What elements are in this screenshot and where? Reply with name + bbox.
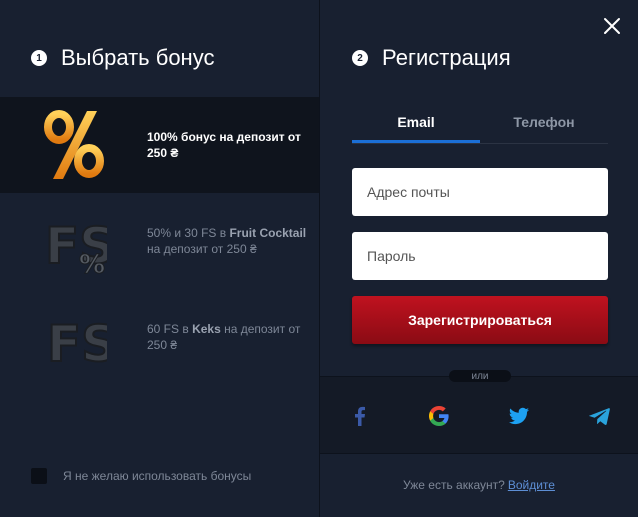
email-field[interactable] (352, 168, 608, 216)
bonus-option-fruit-cocktail[interactable]: FS % 50% и 30 FS в Fruit Cocktail на деп… (0, 193, 319, 289)
close-icon (604, 18, 620, 34)
facebook-login-button[interactable] (348, 404, 372, 428)
bonus-text-pre: 60 FS в (147, 322, 193, 336)
telegram-icon (589, 408, 610, 425)
percent-bonus-icon (40, 105, 110, 185)
no-bonus-checkbox[interactable] (31, 468, 47, 484)
bonus-option-keks[interactable]: FS 60 FS в Keks на депозит от 250 ₴ (0, 289, 319, 385)
bonus-step-title: Выбрать бонус (61, 45, 215, 70)
bonus-option-deposit-100[interactable]: 100% бонус на депозит от 250 ₴ (0, 97, 319, 193)
bonus-text-pre: 50% и 30 FS в (147, 226, 230, 240)
bonus-game-name: Keks (192, 322, 221, 336)
twitter-icon (509, 407, 529, 425)
facebook-icon (355, 406, 365, 426)
tab-email[interactable]: Email (352, 100, 480, 143)
bonus-step-header: 1 Выбрать бонус (31, 45, 214, 71)
svg-text:%: % (79, 250, 105, 275)
bonus-option-text: 50% и 30 FS в Fruit Cocktail на депозит … (147, 225, 307, 257)
active-tab-indicator (352, 140, 480, 143)
google-icon (429, 406, 449, 426)
registration-step-header: 2 Регистрация (352, 45, 511, 71)
no-bonus-option[interactable]: Я не желаю использовать бонусы (31, 468, 251, 484)
registration-step-number: 2 (352, 50, 368, 66)
svg-text:FS: FS (47, 315, 107, 371)
registration-step-title: Регистрация (382, 45, 511, 70)
fs-bonus-icon: FS (40, 297, 110, 377)
twitter-login-button[interactable] (507, 404, 531, 428)
bonus-text-post: на депозит от 250 ₴ (147, 242, 257, 256)
bonus-step-number: 1 (31, 50, 47, 66)
password-field[interactable] (352, 232, 608, 280)
or-separator: или (449, 370, 511, 382)
register-button[interactable]: Зарегистрироваться (352, 296, 608, 344)
no-bonus-label: Я не желаю использовать бонусы (63, 469, 252, 483)
close-button[interactable] (600, 14, 624, 38)
login-link[interactable]: Войдите (508, 478, 555, 492)
login-prompt-line: Уже есть аккаунт? Войдите (320, 478, 638, 492)
bonus-option-text: 60 FS в Keks на депозит от 250 ₴ (147, 321, 307, 353)
registration-tabs: Email Телефон (352, 100, 608, 144)
login-prompt-text: Уже есть аккаунт? (403, 478, 505, 492)
fs-percent-bonus-icon: FS % (40, 201, 110, 281)
tab-phone[interactable]: Телефон (480, 100, 608, 143)
bonus-game-name: Fruit Cocktail (229, 226, 307, 240)
bonus-option-text: 100% бонус на депозит от 250 ₴ (147, 130, 301, 160)
google-login-button[interactable] (427, 404, 451, 428)
telegram-login-button[interactable] (588, 404, 612, 428)
